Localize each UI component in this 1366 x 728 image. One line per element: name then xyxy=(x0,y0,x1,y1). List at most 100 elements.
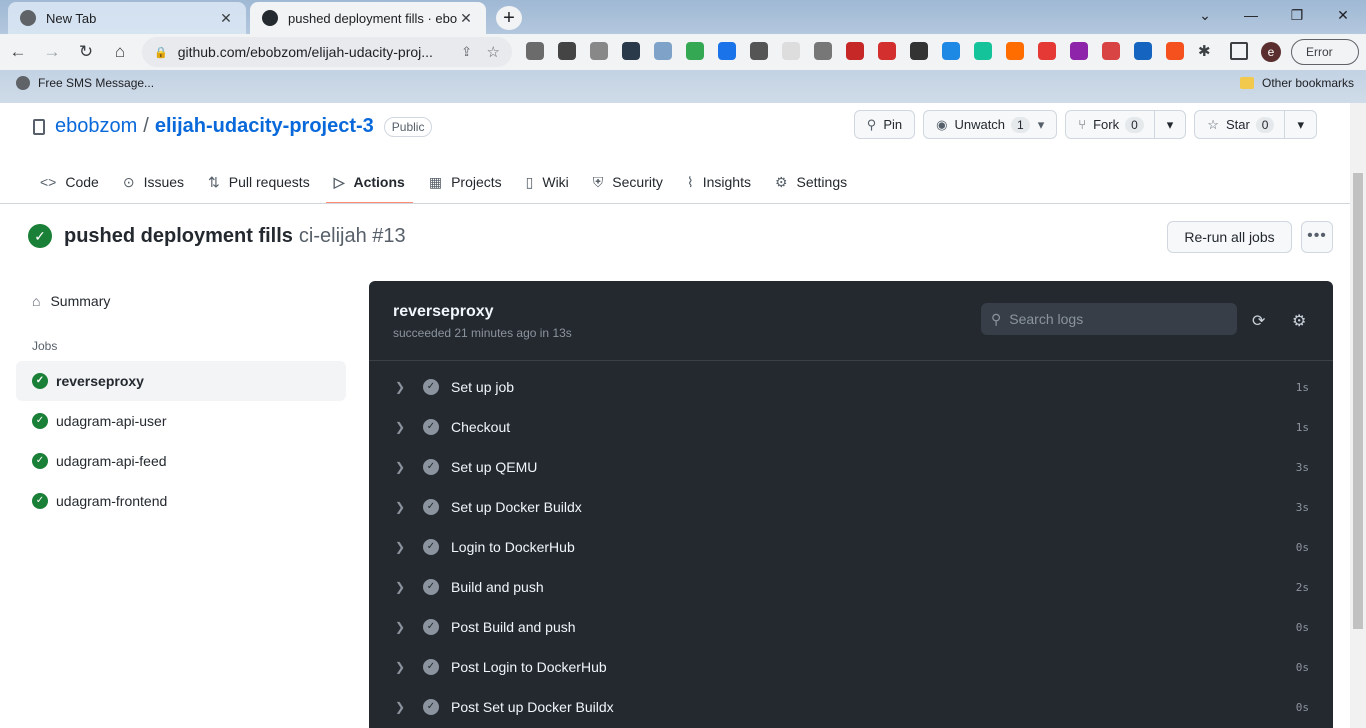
back-button[interactable]: ← xyxy=(2,36,34,68)
restore-button[interactable]: ❐ xyxy=(1274,0,1320,30)
tab-wiki[interactable]: ▯ Wiki xyxy=(518,160,577,204)
step-name: Post Set up Docker Buildx xyxy=(451,699,614,715)
pull-request-icon: ⇅ xyxy=(208,173,220,190)
summary-link[interactable]: ⌂ Summary xyxy=(16,281,346,321)
caret-down-icon[interactable]: ▾ xyxy=(1284,111,1304,138)
extension-icon[interactable] xyxy=(1102,42,1120,60)
address-bar[interactable]: 🔒 github.com/ebobzom/elijah-udacity-proj… xyxy=(142,37,512,67)
success-check-icon: ✓ xyxy=(423,659,439,675)
side-panel-icon[interactable] xyxy=(1230,42,1248,60)
bookmark-item[interactable]: Free SMS Message... xyxy=(16,76,154,90)
reload-button[interactable]: ↻ xyxy=(70,36,102,68)
extension-icon[interactable] xyxy=(814,42,832,60)
share-icon[interactable]: ⇪ xyxy=(461,44,472,60)
job-item-udagram-frontend[interactable]: ✓ udagram-frontend xyxy=(16,481,346,521)
tab-pull-requests[interactable]: ⇅ Pull requests xyxy=(200,160,318,204)
new-tab-button[interactable]: + xyxy=(496,6,522,30)
tab-insights[interactable]: ⌇ Insights xyxy=(679,160,759,204)
refresh-icon[interactable]: ⟳ xyxy=(1252,311,1265,331)
extension-icon[interactable] xyxy=(1038,42,1056,60)
log-step[interactable]: ❯ ✓ Checkout 1s xyxy=(369,407,1333,447)
extension-icon[interactable] xyxy=(750,42,768,60)
search-logs-input[interactable]: ⚲ Search logs xyxy=(981,303,1237,335)
log-step[interactable]: ❯ ✓ Login to DockerHub 0s xyxy=(369,527,1333,567)
chevron-right-icon[interactable]: ❯ xyxy=(395,460,415,474)
chevron-down-icon[interactable]: ⌄ xyxy=(1182,0,1228,30)
forward-button[interactable]: → xyxy=(36,36,68,68)
success-check-icon: ✓ xyxy=(423,539,439,555)
job-item-udagram-api-feed[interactable]: ✓ udagram-api-feed xyxy=(16,441,346,481)
job-log-panel: reverseproxy succeeded 21 minutes ago in… xyxy=(369,281,1333,728)
job-item-reverseproxy[interactable]: ✓ reverseproxy xyxy=(16,361,346,401)
log-step[interactable]: ❯ ✓ Post Login to DockerHub 0s xyxy=(369,647,1333,687)
repo-name-link[interactable]: elijah-udacity-project-3 xyxy=(155,115,374,138)
scrollbar-thumb[interactable] xyxy=(1353,173,1363,629)
star-icon: ☆ xyxy=(1207,116,1219,132)
extension-icon[interactable] xyxy=(1134,42,1152,60)
chevron-right-icon[interactable]: ❯ xyxy=(395,620,415,634)
gear-icon[interactable]: ⚙ xyxy=(1292,311,1306,331)
extension-icon[interactable] xyxy=(782,42,800,60)
tab-github[interactable]: pushed deployment fills · ebobzo ✕ xyxy=(250,2,486,34)
extension-icon[interactable] xyxy=(878,42,896,60)
job-item-udagram-api-user[interactable]: ✓ udagram-api-user xyxy=(16,401,346,441)
log-step[interactable]: ❯ ✓ Post Build and push 0s xyxy=(369,607,1333,647)
extension-icon[interactable] xyxy=(942,42,960,60)
log-step[interactable]: ❯ ✓ Set up job 1s xyxy=(369,367,1333,407)
extension-icon[interactable] xyxy=(1006,42,1024,60)
extension-icon[interactable] xyxy=(1070,42,1088,60)
minimize-button[interactable]: — xyxy=(1228,0,1274,30)
extension-icon[interactable] xyxy=(654,42,672,60)
tab-actions[interactable]: ▷ Actions xyxy=(325,160,413,204)
extension-icon[interactable] xyxy=(1166,42,1184,60)
log-step[interactable]: ❯ ✓ Post Set up Docker Buildx 0s xyxy=(369,687,1333,727)
star-button[interactable]: ☆ Star 0 ▾ xyxy=(1194,110,1317,139)
other-bookmarks[interactable]: Other bookmarks xyxy=(1240,76,1354,90)
log-step[interactable]: ❯ ✓ Set up Docker Buildx 3s xyxy=(369,487,1333,527)
chevron-right-icon[interactable]: ❯ xyxy=(395,660,415,674)
puzzle-icon[interactable]: ✱ xyxy=(1198,42,1216,60)
extension-icon[interactable] xyxy=(718,42,736,60)
extension-icon[interactable] xyxy=(622,42,640,60)
avatar[interactable]: e xyxy=(1261,42,1281,62)
chevron-right-icon[interactable]: ❯ xyxy=(395,380,415,394)
tab-settings[interactable]: ⚙ Settings xyxy=(767,160,855,204)
close-icon[interactable]: ✕ xyxy=(218,10,234,27)
tab-issues[interactable]: ⊙ Issues xyxy=(115,160,192,204)
log-step[interactable]: ❯ ✓ Set up QEMU 3s xyxy=(369,447,1333,487)
chevron-right-icon[interactable]: ❯ xyxy=(395,500,415,514)
success-check-icon: ✓ xyxy=(423,579,439,595)
chevron-right-icon[interactable]: ❯ xyxy=(395,700,415,714)
home-button[interactable]: ⌂ xyxy=(104,36,136,68)
unwatch-button[interactable]: ◉ Unwatch 1 ▾ xyxy=(923,110,1058,139)
tab-code[interactable]: <> Code xyxy=(32,160,107,204)
extension-icon[interactable] xyxy=(910,42,928,60)
rerun-all-jobs-button[interactable]: Re-run all jobs xyxy=(1167,221,1292,253)
repo-owner-link[interactable]: ebobzom xyxy=(55,115,137,138)
window-close-button[interactable]: ✕ xyxy=(1320,0,1366,30)
extension-icon[interactable] xyxy=(974,42,992,60)
page-scrollbar[interactable] xyxy=(1350,103,1366,728)
star-label: Star xyxy=(1225,117,1250,132)
tab-new-tab[interactable]: New Tab ✕ xyxy=(8,2,246,34)
chevron-right-icon[interactable]: ❯ xyxy=(395,540,415,554)
caret-down-icon[interactable]: ▾ xyxy=(1153,111,1173,138)
step-name: Set up QEMU xyxy=(451,459,538,475)
extension-icon[interactable] xyxy=(590,42,608,60)
chevron-right-icon[interactable]: ❯ xyxy=(395,420,415,434)
bookmark-star-icon[interactable]: ☆ xyxy=(487,43,500,61)
kebab-menu-icon[interactable]: ••• xyxy=(1301,221,1333,253)
close-icon[interactable]: ✕ xyxy=(458,10,474,27)
pin-button[interactable]: ⚲ Pin xyxy=(853,110,916,139)
fork-button[interactable]: ⑂ Fork 0 ▾ xyxy=(1065,110,1187,139)
extension-icon[interactable] xyxy=(686,42,704,60)
log-step[interactable]: ❯ ✓ Build and push 2s xyxy=(369,567,1333,607)
extension-icon[interactable] xyxy=(558,42,576,60)
chevron-right-icon[interactable]: ❯ xyxy=(395,580,415,594)
error-button[interactable]: Error xyxy=(1291,39,1359,65)
tab-projects[interactable]: ▦ Projects xyxy=(421,160,510,204)
caret-down-icon[interactable]: ▾ xyxy=(1038,117,1045,133)
tab-security[interactable]: ⛨ Security xyxy=(585,160,671,204)
extension-icon[interactable] xyxy=(846,42,864,60)
extension-icon[interactable] xyxy=(526,42,544,60)
